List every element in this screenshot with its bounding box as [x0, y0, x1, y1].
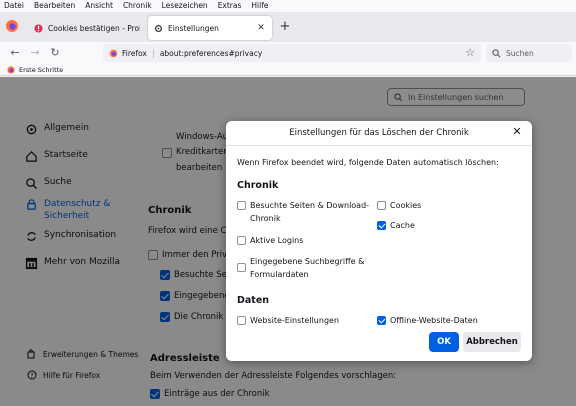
option-label: Eingegebene Suchbegriffe & Formulardaten — [250, 255, 364, 281]
option-label: Website-Einstellungen — [250, 316, 340, 325]
daten-section-heading: Daten — [237, 295, 270, 306]
bookmark-star-icon[interactable]: ☆ — [465, 46, 475, 59]
offline-daten-checkbox[interactable] — [377, 316, 386, 325]
url-identity-label: Firefox — [122, 48, 154, 58]
tab-cookies[interactable]: Cookies bestätigen - Probleme auf — [28, 16, 146, 40]
website-einstellungen-checkbox[interactable] — [237, 316, 246, 325]
cookies-checkbox[interactable] — [377, 201, 386, 210]
menu-bearbeiten[interactable]: Bearbeiten — [34, 0, 75, 12]
option-website-einstellungen[interactable]: Website-Einstellungen — [237, 314, 339, 327]
search-bar[interactable]: Suchen — [486, 44, 572, 62]
menu-extras[interactable]: Extras — [218, 0, 242, 12]
option-label: Cache — [390, 221, 415, 230]
menu-ansicht[interactable]: Ansicht — [85, 0, 113, 12]
warning-favicon-icon — [34, 23, 43, 33]
navigation-bar: ← → ↻ Firefox about:preferences#privacy … — [0, 42, 576, 64]
menu-lesezeichen[interactable]: Lesezeichen — [162, 0, 208, 12]
forward-icon[interactable]: → — [28, 46, 42, 60]
tab-strip: Cookies bestätigen - Probleme auf Einste… — [0, 12, 576, 42]
option-label-line2: Chronik — [250, 214, 281, 223]
firefox-bookmark-icon — [7, 65, 15, 74]
tab-title: Cookies bestätigen - Probleme auf — [48, 23, 140, 33]
tab-title: Einstellungen — [168, 23, 219, 33]
tab-einstellungen[interactable]: Einstellungen ✕ — [148, 16, 272, 40]
menu-datei[interactable]: Datei — [4, 0, 24, 12]
aktive-logins-checkbox[interactable] — [237, 236, 246, 245]
option-aktive-logins[interactable]: Aktive Logins — [237, 234, 303, 247]
menu-bar: Datei Bearbeiten Ansicht Chronik Lesezei… — [0, 0, 576, 12]
firefox-identity-icon — [109, 49, 118, 57]
option-label-line2: Formulardaten — [250, 270, 309, 279]
dialog-close-icon[interactable]: ✕ — [510, 125, 524, 139]
option-label-line1: Besuchte Seiten & Download- — [250, 201, 370, 210]
gear-icon — [154, 24, 163, 32]
option-suchbegriffe[interactable]: Eingegebene Suchbegriffe & Formulardaten — [237, 255, 364, 281]
suchbegriffe-checkbox[interactable] — [237, 263, 246, 272]
clear-history-settings-dialog: Einstellungen für das Löschen der Chroni… — [226, 121, 532, 361]
option-label: Offline-Website-Daten — [390, 316, 478, 325]
new-tab-button[interactable]: + — [278, 20, 292, 34]
option-cache[interactable]: Cache — [377, 219, 415, 232]
bookmarks-toolbar: Erste Schritte — [0, 64, 576, 76]
bookmark-erste-schritte[interactable]: Erste Schritte — [19, 66, 63, 74]
search-placeholder: Suchen — [506, 48, 534, 58]
dialog-divider — [226, 145, 532, 146]
option-cookies[interactable]: Cookies — [377, 199, 421, 212]
option-besuchte-seiten[interactable]: Besuchte Seiten & Download- Chronik — [237, 199, 369, 225]
menu-chronik[interactable]: Chronik — [123, 0, 152, 12]
option-label-line1: Eingegebene Suchbegriffe & — [250, 257, 365, 266]
firefox-view-icon[interactable] — [4, 18, 20, 34]
url-bar[interactable]: Firefox about:preferences#privacy ☆ — [103, 44, 481, 62]
option-label: Aktive Logins — [250, 236, 304, 245]
dialog-title: Einstellungen für das Löschen der Chroni… — [289, 128, 469, 138]
search-icon — [492, 48, 501, 57]
tab-close-icon[interactable]: ✕ — [256, 23, 266, 33]
cancel-button[interactable]: Abbrechen — [463, 332, 521, 352]
reload-icon[interactable]: ↻ — [48, 46, 62, 60]
url-text[interactable]: about:preferences#privacy — [160, 49, 262, 58]
menu-hilfe[interactable]: Hilfe — [251, 0, 268, 12]
option-label: Besuchte Seiten & Download- Chronik — [250, 199, 369, 225]
chronik-section-heading: Chronik — [237, 180, 279, 191]
dialog-intro-text: Wenn Firefox beendet wird, folgende Date… — [237, 158, 499, 167]
option-offline-daten[interactable]: Offline-Website-Daten — [377, 314, 478, 327]
ok-button[interactable]: OK — [429, 332, 459, 352]
back-icon[interactable]: ← — [8, 46, 22, 60]
besuchte-seiten-checkbox[interactable] — [237, 201, 246, 210]
cache-checkbox[interactable] — [377, 221, 386, 230]
option-label: Cookies — [390, 201, 422, 210]
